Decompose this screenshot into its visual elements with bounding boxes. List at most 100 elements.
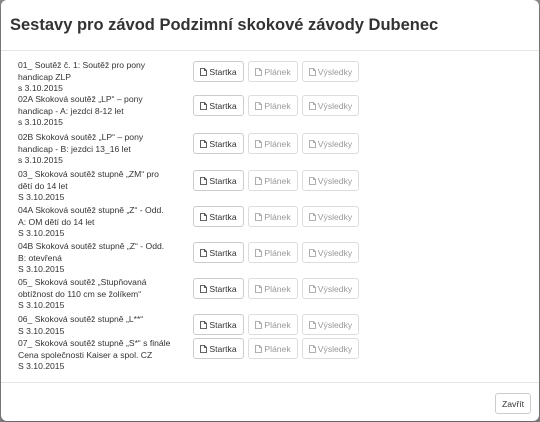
competition-description: 07_ Skoková soutěž stupně „S*“ s finále … [18,338,171,372]
vysledky-label: Výsledky [317,100,353,111]
report-buttons: Startka Plánek Výsledky [193,278,359,299]
list-item: 06_ Skoková soutěž stupně „L**“ S 3.10.2… [18,314,528,337]
planek-label: Plánek [264,211,291,222]
file-pdf-icon [200,212,208,221]
list-item: 03_ Skoková soutěž stupně „ZM“ pro dětí … [18,169,528,204]
planek-button[interactable]: Plánek [248,242,298,263]
file-pdf-icon [200,101,208,110]
modal-footer: Zavřít [1,382,539,421]
vysledky-button[interactable]: Výsledky [302,278,359,299]
vysledky-label: Výsledky [317,247,353,258]
planek-button[interactable]: Plánek [248,95,298,116]
competition-description: 04B Skoková soutěž stupně „Z“ - Odd. B: … [18,241,165,275]
file-pdf-icon [308,320,316,329]
report-buttons: Startka Plánek Výsledky [193,170,359,191]
vysledky-button[interactable]: Výsledky [302,338,359,359]
file-pdf-icon [308,139,316,148]
vysledky-button[interactable]: Výsledky [302,314,359,335]
vysledky-button[interactable]: Výsledky [302,133,359,154]
startka-label: Startka [209,343,237,354]
report-buttons: Startka Plánek Výsledky [193,95,359,116]
planek-button[interactable]: Plánek [248,206,298,227]
list-item: 05_ Skoková soutěž „Stupňovaná obtížnost… [18,277,528,312]
file-pdf-icon [308,176,316,185]
file-pdf-icon [200,139,208,148]
close-button[interactable]: Zavřít [495,393,531,414]
list-item: 02A Skoková soutěž „LP“ – pony handicap … [18,94,528,129]
list-item: 07_ Skoková soutěž stupně „S*“ s finále … [18,338,528,373]
planek-label: Plánek [264,343,291,354]
planek-label: Plánek [264,138,291,149]
list-item: 04B Skoková soutěž stupně „Z“ - Odd. B: … [18,241,528,276]
vysledky-button[interactable]: Výsledky [302,170,359,191]
competition-description: 05_ Skoková soutěž „Stupňovaná obtížnost… [18,277,147,311]
startka-button[interactable]: Startka [193,278,244,299]
file-pdf-icon [200,248,208,257]
vysledky-label: Výsledky [317,343,353,354]
vysledky-button[interactable]: Výsledky [302,242,359,263]
vysledky-label: Výsledky [317,66,353,77]
report-buttons: Startka Plánek Výsledky [193,338,359,359]
file-pdf-icon [255,212,263,221]
modal-header: Sestavy pro závod Podzimní skokové závod… [1,0,539,51]
competition-description: 01_ Soutěž č. 1: Soutěž pro pony handica… [18,60,146,94]
planek-button[interactable]: Plánek [248,338,298,359]
file-pdf-icon [200,67,208,76]
file-pdf-icon [308,344,316,353]
modal-title: Sestavy pro závod Podzimní skokové závod… [10,15,439,34]
startka-button[interactable]: Startka [193,61,244,82]
planek-button[interactable]: Plánek [248,278,298,299]
competition-description: 03_ Skoková soutěž stupně „ZM“ pro dětí … [18,169,159,203]
planek-label: Plánek [264,100,291,111]
file-pdf-icon [308,212,316,221]
file-pdf-icon [308,284,316,293]
planek-label: Plánek [264,283,291,294]
vysledky-button[interactable]: Výsledky [302,95,359,116]
startka-button[interactable]: Startka [193,314,244,335]
list-item: 04A Skoková soutěž stupně „Z“ - Odd. A: … [18,205,528,240]
startka-button[interactable]: Startka [193,95,244,116]
file-pdf-icon [200,320,208,329]
list-item: 02B Skoková soutěž „LP“ – pony handicap … [18,132,528,167]
vysledky-label: Výsledky [317,138,353,149]
report-modal: Sestavy pro závod Podzimní skokové závod… [1,0,539,421]
startka-button[interactable]: Startka [193,338,244,359]
startka-label: Startka [209,283,237,294]
file-pdf-icon [200,284,208,293]
planek-button[interactable]: Plánek [248,170,298,191]
vysledky-label: Výsledky [317,175,353,186]
file-pdf-icon [255,139,263,148]
startka-label: Startka [209,211,237,222]
startka-button[interactable]: Startka [193,133,244,154]
file-pdf-icon [255,67,263,76]
file-pdf-icon [255,320,263,329]
file-pdf-icon [255,101,263,110]
planek-button[interactable]: Plánek [248,314,298,335]
file-pdf-icon [255,176,263,185]
planek-label: Plánek [264,247,291,258]
vysledky-button[interactable]: Výsledky [302,206,359,227]
startka-label: Startka [209,66,237,77]
file-pdf-icon [308,67,316,76]
planek-button[interactable]: Plánek [248,61,298,82]
file-pdf-icon [255,248,263,257]
report-buttons: Startka Plánek Výsledky [193,206,359,227]
startka-button[interactable]: Startka [193,170,244,191]
planek-button[interactable]: Plánek [248,133,298,154]
vysledky-button[interactable]: Výsledky [302,61,359,82]
competition-description: 06_ Skoková soutěž stupně „L**“ S 3.10.2… [18,314,144,336]
file-pdf-icon [255,344,263,353]
report-buttons: Startka Plánek Výsledky [193,314,359,335]
startka-button[interactable]: Startka [193,206,244,227]
file-pdf-icon [308,248,316,257]
file-pdf-icon [255,284,263,293]
startka-button[interactable]: Startka [193,242,244,263]
modal-body: 01_ Soutěž č. 1: Soutěž pro pony handica… [1,52,539,382]
report-buttons: Startka Plánek Výsledky [193,61,359,82]
planek-label: Plánek [264,66,291,77]
startka-label: Startka [209,247,237,258]
vysledky-label: Výsledky [317,283,353,294]
startka-label: Startka [209,138,237,149]
report-buttons: Startka Plánek Výsledky [193,133,359,154]
report-buttons: Startka Plánek Výsledky [193,242,359,263]
